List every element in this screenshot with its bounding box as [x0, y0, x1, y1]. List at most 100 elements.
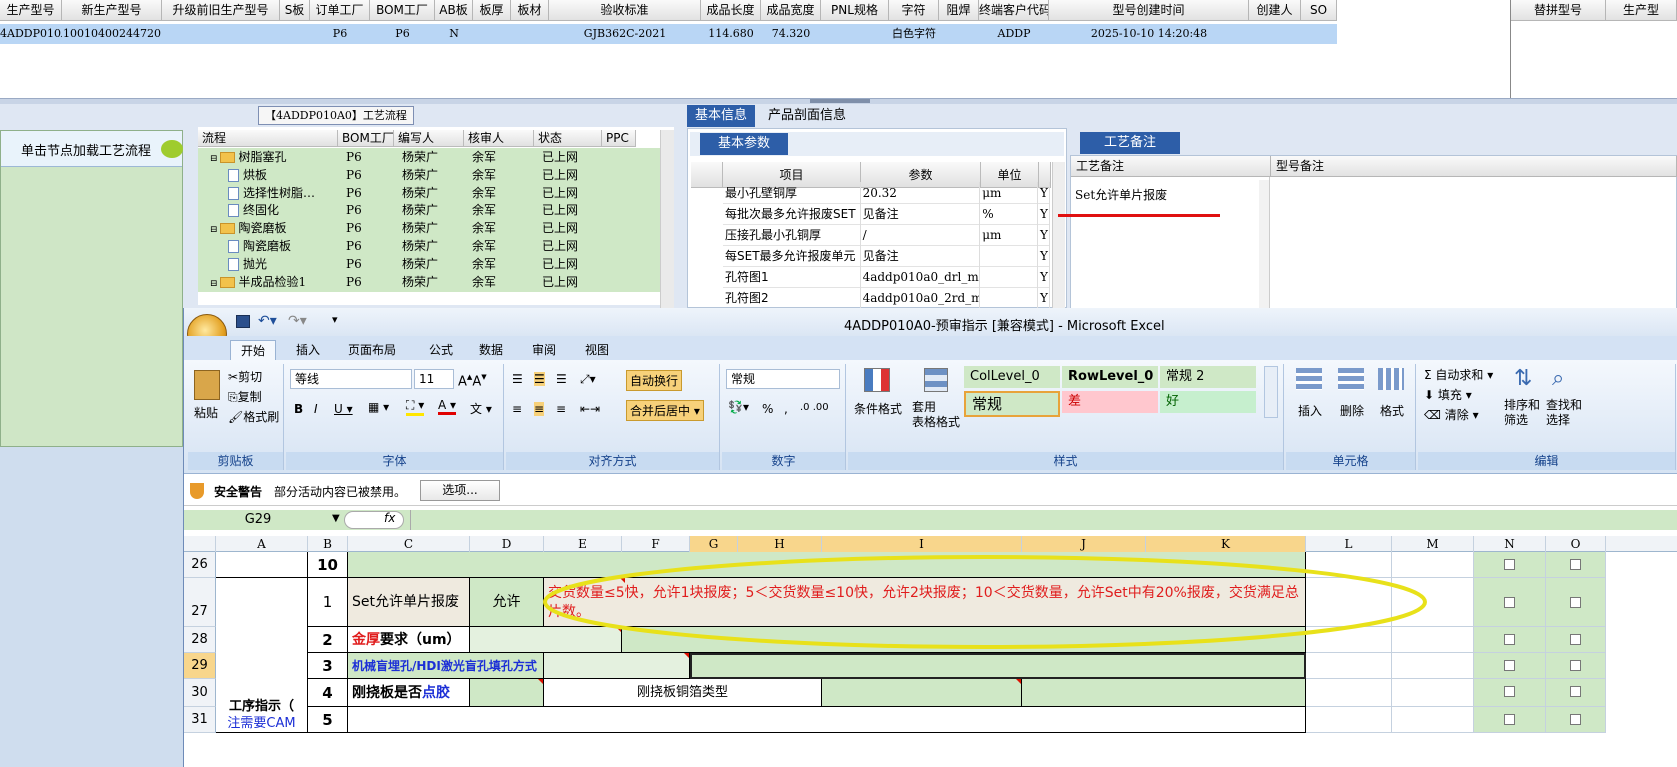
cell-b30[interactable]: 4	[308, 679, 348, 707]
col-header-f[interactable]: F	[622, 536, 690, 552]
table-format-button[interactable]: 套用 表格格式	[912, 400, 960, 430]
align-right-icon[interactable]: ≡	[556, 402, 566, 416]
cell-m[interactable]	[1392, 707, 1474, 733]
tree-row[interactable]: ⊟ 陶瓷磨板 P6 杨荣广 余军 已上网	[198, 219, 660, 239]
checkbox[interactable]	[1504, 634, 1515, 645]
col-header[interactable]: 订单工厂	[310, 0, 370, 21]
tree-row[interactable]: ⊟ 树脂塞孔 P6 杨荣广 余军 已上网	[198, 148, 660, 167]
expand-icon[interactable]: ⊟	[210, 279, 218, 289]
checkbox[interactable]	[1570, 597, 1581, 608]
col-header-a[interactable]: A	[216, 536, 308, 552]
cell-b29[interactable]: 3	[308, 653, 348, 679]
load-process-button[interactable]: 单击节点加载工艺流程	[1, 131, 183, 167]
col-header-e[interactable]: E	[544, 536, 622, 552]
process-notes-value[interactable]: Set允许单片报废	[1075, 186, 1167, 203]
col-header-o[interactable]: O	[1546, 536, 1606, 552]
cell-c28[interactable]: 金厚要求（um）	[348, 627, 470, 653]
delete-cells-button[interactable]: 删除	[1340, 402, 1364, 419]
style-gallery-scroll[interactable]	[1264, 366, 1278, 418]
binoculars-icon[interactable]: ⌕	[1552, 366, 1564, 391]
tab-data[interactable]: 数据	[479, 340, 503, 360]
tree-row[interactable]: 陶瓷磨板 P6 杨荣广 余军 已上网	[198, 237, 660, 256]
col-header[interactable]: BOM工厂	[370, 0, 435, 21]
tab-page-layout[interactable]: 页面布局	[348, 340, 396, 360]
number-format-select[interactable]: 常规	[726, 369, 840, 389]
col-header-d[interactable]: D	[470, 536, 544, 552]
col-header[interactable]: AB板	[435, 0, 473, 21]
find-select-button[interactable]: 查找和 选择	[1546, 398, 1582, 428]
cell-b26[interactable]: 10	[308, 552, 348, 578]
col-header[interactable]: 成品长度	[701, 0, 761, 21]
tab-basic-info[interactable]: 基本信息	[687, 105, 756, 127]
fill-color-icon[interactable]: ⛶ ▾	[406, 398, 425, 416]
tab-profile-info[interactable]: 产品剖面信息	[760, 105, 854, 127]
row-header[interactable]: 30	[184, 679, 216, 707]
tab-view[interactable]: 视图	[585, 340, 609, 360]
options-button[interactable]: 选项...	[420, 480, 500, 501]
sort-filter-button[interactable]: 排序和 筛选	[1504, 398, 1540, 428]
col-header[interactable]: 新生产型号	[62, 0, 162, 21]
paste-button[interactable]: 粘贴	[194, 404, 218, 421]
insert-cells-icon[interactable]	[1296, 368, 1322, 390]
save-icon[interactable]	[236, 315, 250, 328]
expand-icon[interactable]: ⊟	[210, 154, 218, 164]
sort-filter-icon[interactable]: ⇅	[1514, 366, 1532, 391]
col-header-h[interactable]: H	[738, 536, 822, 552]
col-header-c[interactable]: C	[348, 536, 470, 552]
style-normal-2[interactable]: 常规 2	[1160, 366, 1256, 388]
tree-col-header[interactable]: 核审人	[464, 130, 534, 147]
border-icon[interactable]: ▦ ▾	[368, 400, 389, 414]
col-header[interactable]: PNL规格	[821, 0, 889, 21]
grow-font-icon[interactable]: A▴A▾	[458, 370, 487, 389]
cell-b28[interactable]: 2	[308, 627, 348, 653]
cut-button[interactable]: ✂剪切	[228, 368, 262, 385]
cell-n[interactable]	[1474, 653, 1546, 679]
checkbox[interactable]	[1570, 660, 1581, 671]
tree-row[interactable]: 选择性树脂… P6 杨荣广 余军 已上网	[198, 183, 660, 203]
col-header[interactable]: S板	[280, 0, 310, 21]
tree-row[interactable]: ⊟ 半成品检验1 P6 杨荣广 余军 已上网	[198, 272, 660, 292]
cell-m[interactable]	[1392, 653, 1474, 679]
function-icon[interactable]: fx	[384, 511, 395, 525]
col-header-g[interactable]: G	[690, 536, 738, 552]
indent-icon[interactable]: ⇤⇥	[580, 402, 600, 416]
tree-node[interactable]: 烘板	[198, 166, 338, 185]
table-format-icon[interactable]	[924, 368, 948, 392]
cell-n[interactable]	[1474, 627, 1546, 653]
style-bad[interactable]: 差	[1062, 391, 1158, 413]
cell-c31[interactable]	[348, 707, 1306, 733]
comma-icon[interactable]: ,	[784, 402, 788, 416]
cell-o[interactable]	[1546, 653, 1606, 679]
cell-j30[interactable]	[1022, 679, 1306, 707]
cell-n[interactable]	[1474, 707, 1546, 733]
font-size-select[interactable]: 11	[414, 369, 454, 389]
cell-l[interactable]	[1306, 679, 1392, 707]
insert-cells-button[interactable]: 插入	[1298, 402, 1322, 419]
col-header-n[interactable]: N	[1474, 536, 1546, 552]
style-rowlevel[interactable]: RowLevel_0	[1062, 366, 1158, 388]
align-left-icon[interactable]: ≡	[512, 402, 522, 416]
cell-n[interactable]	[1474, 552, 1546, 578]
checkbox[interactable]	[1570, 686, 1581, 697]
cell-g29[interactable]	[690, 653, 1306, 679]
notes-scrollbar[interactable]	[1259, 180, 1269, 310]
checkbox[interactable]	[1570, 634, 1581, 645]
cell-e29[interactable]	[544, 653, 690, 679]
cell-a26[interactable]	[216, 552, 308, 578]
align-top-icon[interactable]: ☰	[512, 372, 523, 386]
checkbox[interactable]	[1570, 714, 1581, 725]
row-header[interactable]: 29	[184, 653, 216, 679]
tab-formulas[interactable]: 公式	[429, 340, 453, 360]
tree-row[interactable]: 抛光 P6 杨荣广 余军 已上网	[198, 254, 660, 274]
decimal-icon[interactable]: .0 .00	[800, 402, 829, 413]
splitter[interactable]	[0, 98, 1677, 104]
col-header[interactable]: 成品宽度	[761, 0, 821, 21]
col-header[interactable]: 生产型号	[0, 0, 62, 21]
tab-review[interactable]: 审阅	[532, 340, 556, 360]
tab-process-notes[interactable]: 工艺备注	[1080, 132, 1181, 154]
param-row[interactable]: 孔符图24addp010a0_2rd_m... Y	[723, 287, 1050, 309]
checkbox[interactable]	[1504, 686, 1515, 697]
delete-cells-icon[interactable]	[1338, 368, 1364, 390]
tree-node[interactable]: 陶瓷磨板	[198, 237, 338, 256]
tree-node[interactable]: ⊟ 半成品检验1	[198, 273, 338, 292]
